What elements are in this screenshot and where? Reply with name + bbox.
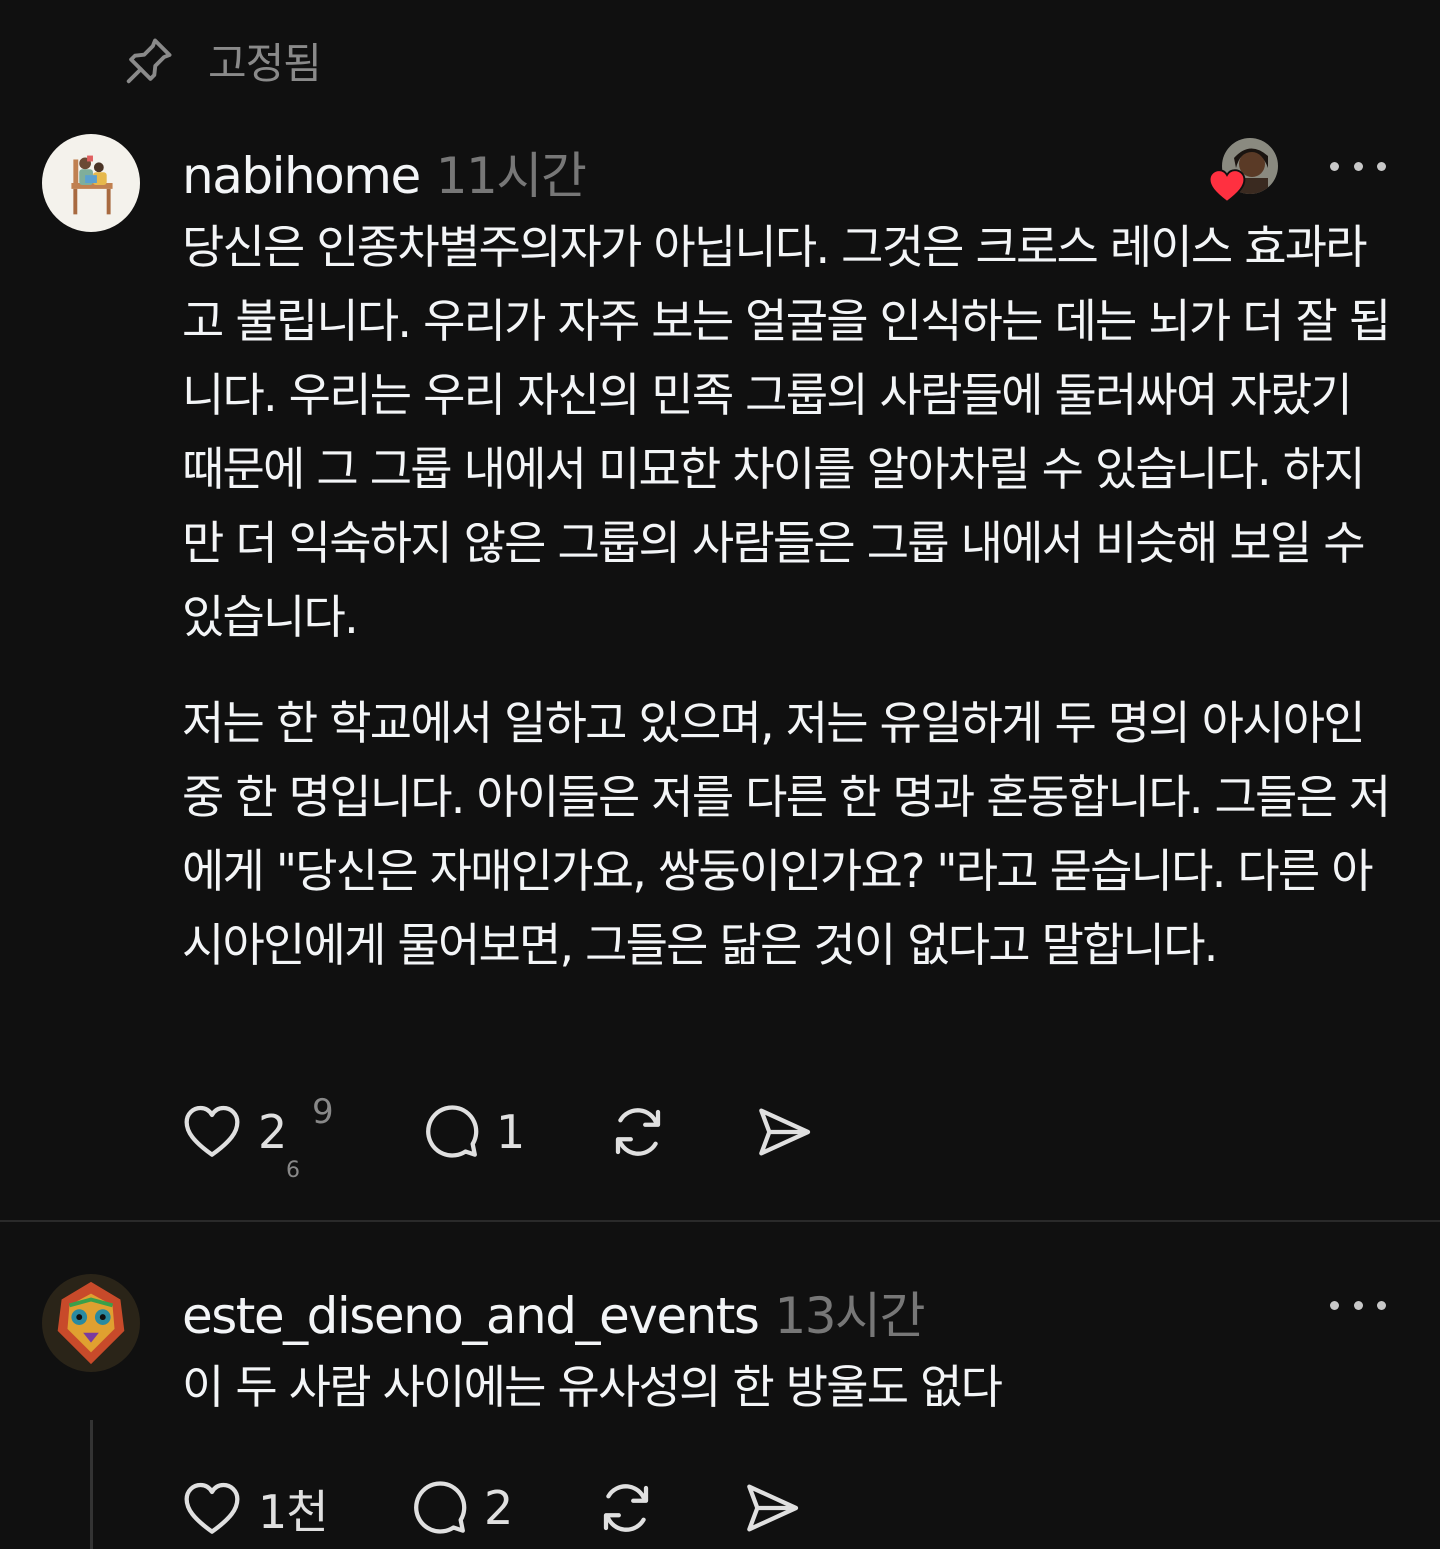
dot <box>1353 1300 1363 1310</box>
action-bar: 1천 2 <box>180 1476 880 1549</box>
dot <box>1330 161 1339 171</box>
handwritten-mark: 9 <box>312 1092 334 1132</box>
thread-line <box>90 1420 93 1549</box>
repost-icon <box>615 1108 661 1156</box>
repost-icon <box>603 1484 649 1532</box>
dot <box>1377 1300 1386 1310</box>
like-count: 2 <box>258 1105 287 1159</box>
handwritten-mark: 6 <box>286 1158 300 1183</box>
comment-divider <box>0 1220 1440 1222</box>
reply-count: 1 <box>496 1105 525 1159</box>
more-options-button[interactable] <box>1330 146 1386 186</box>
comment-body: 이 두 사람 사이에는 유사성의 한 방울도 없다 <box>182 1350 1402 1424</box>
like-count: 1천 <box>258 1485 329 1539</box>
repost-button[interactable] <box>594 1476 658 1540</box>
like-button[interactable]: 1천 <box>180 1476 329 1542</box>
like-button[interactable]: 2 <box>180 1100 287 1164</box>
heart-badge-icon <box>1208 169 1246 204</box>
dot <box>1377 161 1386 171</box>
comment-bubble-icon <box>414 1481 467 1534</box>
timestamp: 13시간 <box>774 1287 925 1345</box>
share-button[interactable] <box>752 1100 816 1164</box>
comment-paragraph: 당신은 인종차별주의자가 아닙니다. 그것은 크로스 레이스 효과라고 불립니다… <box>182 220 1391 644</box>
avatar-illustration <box>42 1274 140 1372</box>
reply-count: 2 <box>484 1481 513 1535</box>
liked-by-author-indicator <box>1208 138 1280 204</box>
username[interactable]: nabihome <box>182 147 421 205</box>
send-icon <box>759 1108 811 1156</box>
pinned-label: 고정됨 <box>208 39 322 88</box>
avatar[interactable] <box>42 134 140 232</box>
send-icon <box>747 1484 799 1532</box>
action-bar: 2 1 <box>180 1100 880 1180</box>
dot <box>1330 1300 1339 1310</box>
heart-icon <box>184 1482 240 1534</box>
share-button[interactable] <box>740 1476 804 1540</box>
username[interactable]: este_diseno_and_events <box>182 1287 760 1345</box>
comment-paragraph: 이 두 사람 사이에는 유사성의 한 방울도 없다 <box>182 1360 1003 1414</box>
comment-paragraph: 저는 한 학교에서 일하고 있으며, 저는 유일하게 두 명의 아시아인 중 한… <box>182 696 1391 972</box>
comment-body: 당신은 인종차별주의자가 아닙니다. 그것은 크로스 레이스 효과라고 불립니다… <box>182 210 1402 982</box>
heart-icon <box>184 1105 240 1157</box>
threads-page: 고정됨 nabihome 11시간 당신은 인종차별주의자가 아닙니다. 그것은… <box>0 0 1440 1549</box>
comment-header: nabihome 11시간 <box>182 136 587 208</box>
repost-button[interactable] <box>606 1100 670 1164</box>
comment-header: este_diseno_and_events 13시간 <box>182 1276 926 1348</box>
more-options-button[interactable] <box>1330 1285 1386 1325</box>
reply-button[interactable]: 2 <box>406 1476 513 1540</box>
avatar-illustration <box>42 134 140 232</box>
timestamp: 11시간 <box>435 147 587 205</box>
reply-button[interactable]: 1 <box>418 1100 525 1164</box>
pin-icon <box>126 38 172 83</box>
pinned-indicator: 고정됨 <box>120 30 322 91</box>
comment-bubble-icon <box>426 1105 479 1158</box>
avatar[interactable] <box>42 1274 140 1372</box>
dot <box>1353 161 1363 171</box>
